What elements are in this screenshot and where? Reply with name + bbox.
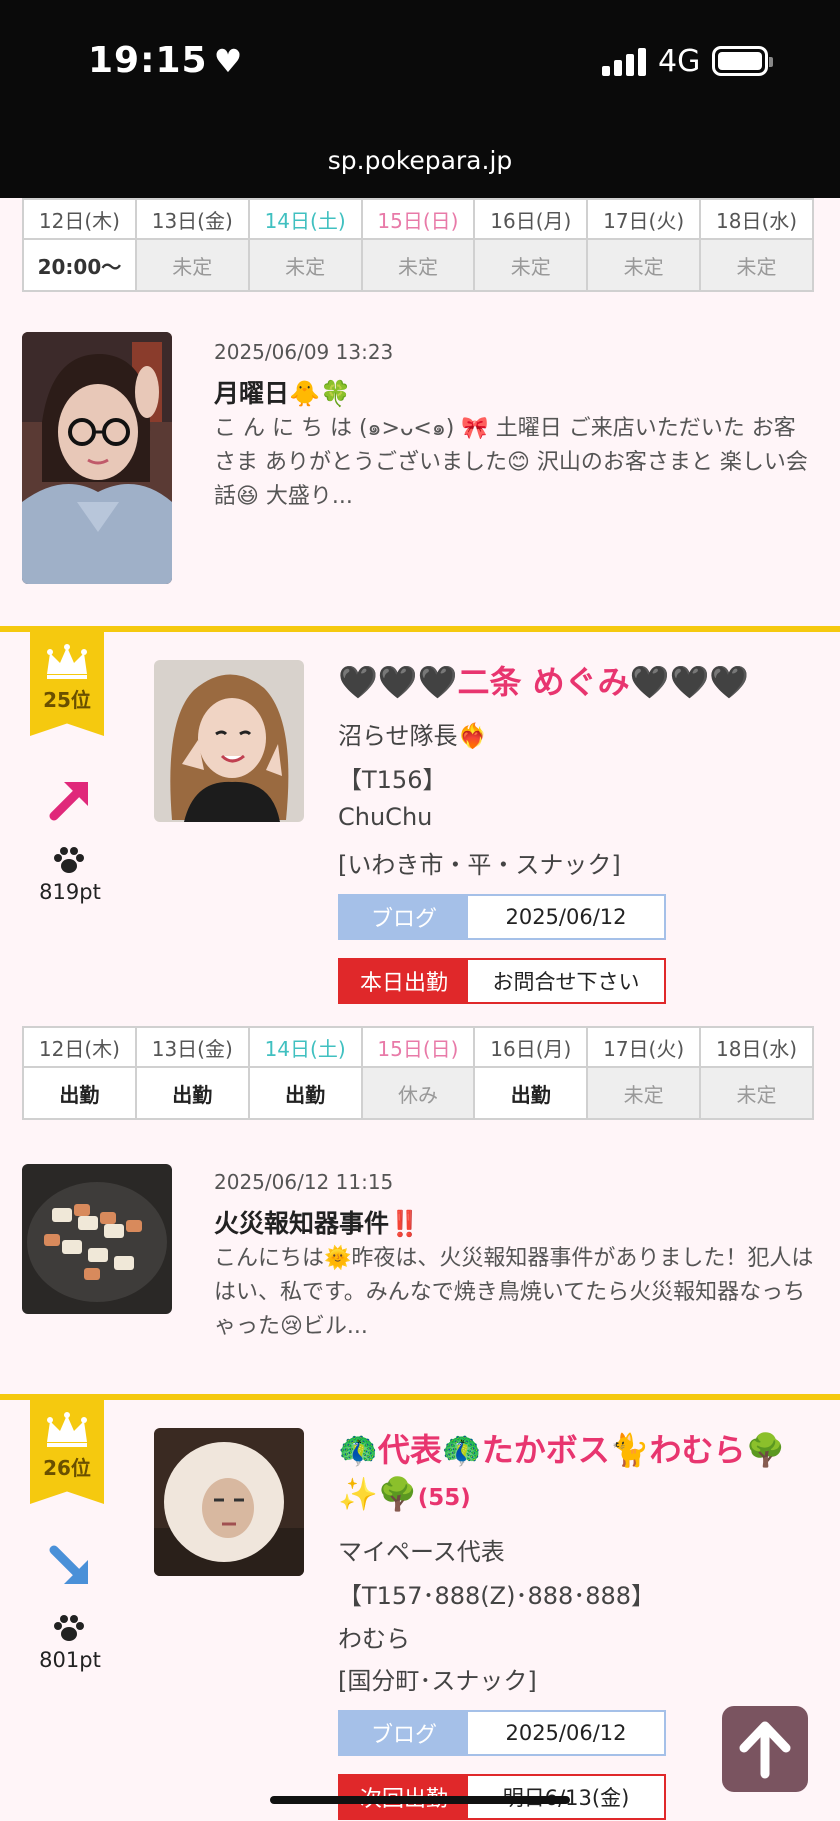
day-cell: 13日(金) — [134, 1026, 250, 1068]
status-cell: 未定 — [699, 1066, 814, 1120]
day-cell: 14日(土) — [247, 1026, 363, 1068]
status-cell: 20:00〜 — [22, 238, 137, 292]
blog-title[interactable]: 火災報知器事件‼️ — [214, 1204, 420, 1240]
attendance-value: お問合せ下さい — [492, 970, 640, 994]
blog-entry[interactable]: 2025/06/12 11:15 火災報知器事件‼️ こんにちは🌞昨夜は、火災報… — [22, 1164, 822, 1339]
blog-label: ブログ — [340, 1712, 468, 1754]
day-cell: 17日(火) — [586, 198, 702, 240]
status-cell: 未定 — [586, 1066, 702, 1120]
status-cell: 休み — [360, 1066, 476, 1120]
rank-separator — [0, 1394, 840, 1400]
schedule-days-row: 12日(木) 13日(金) 14日(土) 15日(日) 16日(月) 17日(火… — [22, 198, 814, 240]
cast-name-text: 🦚代表🦚たかボス🐈わむら🌳✨🌳 — [338, 1431, 786, 1513]
blog-thumbnail[interactable] — [22, 332, 172, 584]
rank-badge: 25位 — [30, 632, 104, 736]
schedule-status-row: 20:00〜 未定 未定 未定 未定 未定 未定 — [22, 238, 814, 292]
shop-area: [いわき市・平・スナック] — [338, 851, 621, 879]
day-cell: 13日(金) — [134, 198, 250, 240]
status-cell: 未定 — [247, 238, 363, 292]
paw-icon — [54, 847, 84, 873]
shop-name[interactable]: ChuChu — [338, 803, 432, 831]
day-cell: 15日(日) — [360, 1026, 476, 1068]
paw-icon — [54, 1615, 84, 1641]
cast-spec: 【T157･888(Z)･888･888】 — [338, 1582, 656, 1610]
cast-name[interactable]: 🖤🖤🖤二条 めぐみ🖤🖤🖤 — [338, 660, 818, 704]
blog-thumbnail[interactable] — [22, 1164, 172, 1314]
schedule-days-row: 12日(木) 13日(金) 14日(土) 15日(日) 16日(月) 17日(火… — [22, 1026, 814, 1068]
cast-catchphrase: 沼らせ隊長❤️‍🔥 — [338, 722, 488, 750]
blog-entry[interactable]: 2025/06/09 13:23 月曜日🐥🍀 こ ん に ち は (๑>ᴗ<๑)… — [22, 332, 822, 587]
crown-icon — [47, 644, 87, 679]
status-cell: 未定 — [699, 238, 814, 292]
day-cell: 17日(火) — [586, 1026, 702, 1068]
name-prefix-hearts: 🖤🖤🖤 — [338, 663, 458, 701]
heart-icon: ♥ — [213, 42, 244, 80]
day-cell: 15日(日) — [360, 198, 476, 240]
name-suffix-hearts: 🖤🖤🖤 — [629, 663, 750, 701]
rank-number: 26位 — [43, 1456, 91, 1480]
day-cell: 18日(水) — [699, 198, 814, 240]
home-indicator[interactable] — [270, 1796, 570, 1804]
day-cell: 14日(土) — [247, 198, 363, 240]
blog-excerpt: こ ん に ち は (๑>ᴗ<๑) 🎀 土曜日 ご来店いただいた お客さま あり… — [214, 416, 808, 509]
blog-label: ブログ — [340, 896, 468, 938]
schedule-status-row: 出勤 出勤 出勤 休み 出勤 未定 未定 — [22, 1066, 814, 1120]
status-cell: 出勤 — [22, 1066, 137, 1120]
address-bar-url[interactable]: sp.pokepara.jp — [0, 146, 840, 175]
network-type: 4G — [658, 44, 701, 79]
blog-update-date: 2025/06/12 — [505, 905, 627, 929]
status-cell: 出勤 — [247, 1066, 363, 1120]
back-to-top-button[interactable] — [722, 1706, 808, 1792]
status-cell: 未定 — [473, 238, 589, 292]
crown-icon — [47, 1412, 87, 1447]
blog-date: 2025/06/12 11:15 — [214, 1170, 394, 1194]
status-cell: 未定 — [586, 238, 702, 292]
rank-badge: 26位 — [30, 1400, 104, 1504]
cast-photo[interactable] — [154, 1428, 304, 1576]
day-cell: 16日(月) — [473, 198, 589, 240]
cast-photo[interactable] — [154, 660, 304, 822]
status-cell: 未定 — [134, 238, 250, 292]
attendance-pill[interactable]: 本日出勤 お問合せ下さい — [338, 958, 666, 1004]
shop-name[interactable]: わむら — [338, 1619, 410, 1654]
cast-spec: 【T156】 — [338, 766, 447, 794]
battery-icon — [712, 46, 773, 76]
blog-update-pill[interactable]: ブログ 2025/06/12 — [338, 1710, 666, 1756]
back-to-top-icon — [739, 1721, 791, 1779]
blog-title[interactable]: 月曜日🐥🍀 — [214, 374, 351, 410]
cast-name-text: 二条 めぐみ — [457, 663, 630, 701]
day-cell: 18日(水) — [699, 1026, 814, 1068]
day-cell: 12日(木) — [22, 1026, 137, 1068]
shop-area: [国分町･スナック] — [338, 1667, 537, 1695]
status-cell: 出勤 — [134, 1066, 250, 1120]
attendance-label: 本日出勤 — [340, 960, 468, 1002]
down-arrow-icon — [49, 1545, 88, 1584]
status-cell: 出勤 — [473, 1066, 589, 1120]
day-cell: 12日(木) — [22, 198, 137, 240]
rank-number: 25位 — [43, 688, 91, 712]
cast-age: (55) — [417, 1485, 471, 1511]
day-cell: 16日(月) — [473, 1026, 589, 1068]
cast-name[interactable]: 🦚代表🦚たかボス🐈わむら🌳✨🌳(55) — [338, 1428, 818, 1520]
clock: 19:15 ♥ — [88, 40, 243, 81]
cast-catchphrase: マイペース代表 — [338, 1538, 505, 1566]
rank-points: 801pt — [39, 1648, 101, 1672]
blog-date: 2025/06/09 13:23 — [214, 340, 394, 364]
blog-update-date: 2025/06/12 — [505, 1721, 627, 1745]
blog-update-pill[interactable]: ブログ 2025/06/12 — [338, 894, 666, 940]
status-cell: 未定 — [360, 238, 476, 292]
up-arrow-icon — [49, 782, 88, 821]
signal-icon — [602, 48, 646, 76]
rank-points: 819pt — [39, 880, 101, 904]
status-bar: 19:15 ♥ 4G sp.pokepara.jp — [0, 0, 840, 198]
clock-time: 19:15 — [88, 40, 208, 81]
blog-excerpt: こんにちは🌞昨夜は、火災報知器事件がありました！犯人ははい、私です。みんなで焼き… — [214, 1246, 814, 1339]
schedule-table: 12日(木) 13日(金) 14日(土) 15日(日) 16日(月) 17日(火… — [22, 1026, 814, 1120]
rank-separator — [0, 626, 840, 632]
schedule-table: 12日(木) 13日(金) 14日(土) 15日(日) 16日(月) 17日(火… — [22, 198, 814, 292]
